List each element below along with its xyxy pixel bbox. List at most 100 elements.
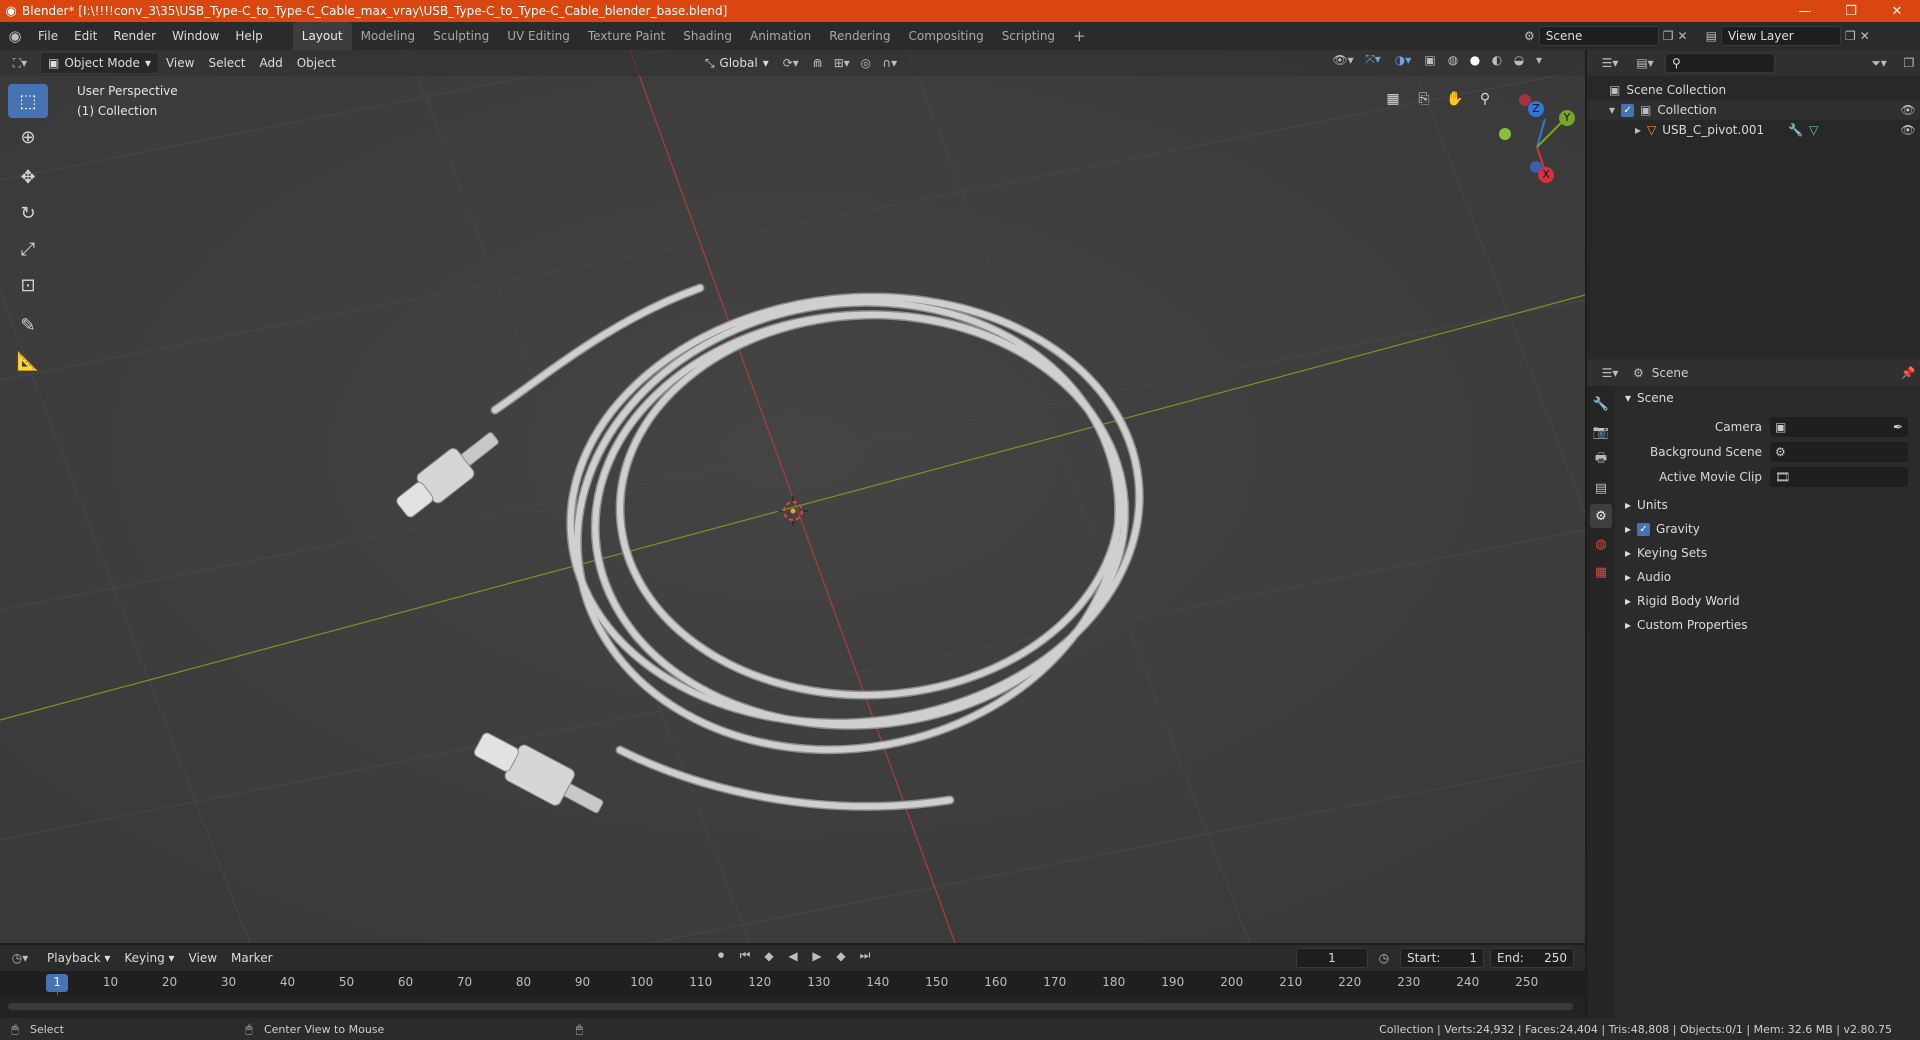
view-layer-icon[interactable]: ▤: [1706, 29, 1717, 43]
keying-menu[interactable]: Keying ▾: [117, 947, 181, 969]
output-tab-icon[interactable]: 🖶: [1590, 448, 1612, 472]
outliner-row-collection[interactable]: ▾ ✓ ▣ Collection 👁: [1587, 100, 1920, 120]
zoom-icon[interactable]: ⚲: [1472, 86, 1498, 112]
measure-tool-icon[interactable]: 📐: [8, 344, 48, 378]
gravity-checkbox[interactable]: ✓: [1637, 522, 1651, 536]
shading-options-icon[interactable]: ▾: [1532, 53, 1546, 67]
view-layer-selector[interactable]: View Layer: [1720, 26, 1841, 46]
eyedropper-icon[interactable]: ✒: [1893, 420, 1903, 434]
background-scene-field[interactable]: ⚙: [1770, 441, 1908, 462]
view-layer-tab-icon[interactable]: ▤: [1590, 476, 1612, 500]
rotate-tool-icon[interactable]: ↻: [8, 196, 48, 230]
jump-start-icon[interactable]: ⏮: [734, 948, 756, 963]
visibility-icon[interactable]: 👁▾: [1330, 53, 1356, 67]
expand-arrow-icon[interactable]: ▸: [1635, 123, 1641, 137]
timeline-track[interactable]: [0, 995, 1585, 1018]
keying-sets-panel-header[interactable]: ▸ Keying Sets: [1617, 541, 1920, 565]
menu-view[interactable]: View: [159, 52, 201, 74]
outliner-search-input[interactable]: ⚲: [1665, 53, 1775, 73]
add-workspace-button[interactable]: +: [1064, 22, 1095, 50]
rendered-shading-icon[interactable]: ◒: [1510, 53, 1528, 67]
material-shading-icon[interactable]: ◐: [1488, 53, 1506, 67]
close-button[interactable]: ✕: [1874, 0, 1920, 22]
eye-icon[interactable]: 👁: [1896, 103, 1920, 117]
filter-icon[interactable]: ⏷▾: [1866, 56, 1892, 71]
record-icon[interactable]: ⏺: [710, 948, 732, 963]
play-reverse-icon[interactable]: ◀: [782, 949, 804, 963]
outliner-row-usb-pivot[interactable]: ▸ ▽ USB_C_pivot.001 🔧 ▽ 👁: [1587, 120, 1920, 140]
move-tool-icon[interactable]: ✥: [8, 160, 48, 194]
xray-toggle-icon[interactable]: ▣: [1420, 53, 1440, 67]
annotate-tool-icon[interactable]: ✎: [8, 308, 48, 342]
next-keyframe-icon[interactable]: ◆: [830, 949, 852, 963]
units-panel-header[interactable]: ▸ Units: [1617, 493, 1920, 517]
menu-add[interactable]: Add: [252, 52, 289, 74]
end-frame-field[interactable]: End: 250: [1490, 948, 1574, 968]
new-collection-icon[interactable]: ❐: [1898, 56, 1920, 70]
timeline-editor-type-icon[interactable]: ◷▾: [0, 951, 40, 965]
mesh-data-icon[interactable]: ▽: [1809, 123, 1818, 137]
snap-target-icon[interactable]: ⊞▾: [830, 56, 854, 70]
scene-tab-icon[interactable]: ⚙: [1590, 504, 1612, 528]
timeline-view-menu[interactable]: View: [182, 947, 224, 969]
collection-include-checkbox[interactable]: ✓: [1621, 103, 1635, 117]
editor-type-icon[interactable]: ⛶▾: [0, 56, 40, 71]
gizmo-z-axis[interactable]: Z: [1528, 101, 1544, 117]
maximize-button[interactable]: ❐: [1828, 0, 1874, 22]
timeline-scrollbar[interactable]: [8, 1003, 1573, 1010]
tool-tab-icon[interactable]: 🔧: [1590, 392, 1612, 416]
display-mode-icon[interactable]: ▤▾: [1631, 56, 1659, 70]
start-frame-field[interactable]: Start: 1: [1400, 948, 1484, 968]
expand-arrow-icon[interactable]: ▾: [1609, 103, 1615, 117]
minimize-button[interactable]: —: [1782, 0, 1828, 22]
play-icon[interactable]: ▶: [806, 949, 828, 963]
select-box-tool-icon[interactable]: ⬚: [8, 84, 48, 118]
menu-edit[interactable]: Edit: [66, 22, 105, 50]
scene-icon[interactable]: ⚙: [1524, 29, 1535, 43]
tab-texture-paint[interactable]: Texture Paint: [579, 22, 674, 50]
clock-icon[interactable]: ◷: [1374, 951, 1394, 965]
pivot-point-icon[interactable]: ⟳▾: [776, 56, 806, 70]
frame-ruler[interactable]: 1 10 20 30 40 50 60 70 80 90 100 110 120 130 140 150 160…: [0, 971, 1585, 1020]
modifier-icon[interactable]: 🔧: [1788, 123, 1803, 137]
tab-uv-editing[interactable]: UV Editing: [498, 22, 579, 50]
overlay-toggle-icon[interactable]: ◑▾: [1390, 53, 1416, 67]
blender-menu-icon[interactable]: ◉: [0, 27, 30, 45]
delete-view-layer-icon[interactable]: ✕: [1860, 29, 1870, 43]
cursor-tool-icon[interactable]: ⊕: [8, 120, 48, 154]
tab-shading[interactable]: Shading: [674, 22, 741, 50]
new-scene-icon[interactable]: ❐: [1663, 29, 1674, 43]
properties-editor-type-icon[interactable]: ☰▾: [1595, 366, 1625, 380]
proportional-edit-icon[interactable]: ◎: [854, 56, 878, 70]
playback-menu[interactable]: Playback ▾: [40, 947, 117, 969]
menu-window[interactable]: Window: [164, 22, 227, 50]
menu-file[interactable]: File: [30, 22, 66, 50]
render-tab-icon[interactable]: 📷: [1590, 420, 1612, 444]
wireframe-shading-icon[interactable]: ◍: [1444, 53, 1462, 67]
jump-end-icon[interactable]: ⏭: [854, 948, 876, 963]
tab-sculpting[interactable]: Sculpting: [424, 22, 498, 50]
snap-icon[interactable]: ⋒: [806, 56, 830, 70]
tab-modeling[interactable]: Modeling: [352, 22, 425, 50]
tab-animation[interactable]: Animation: [741, 22, 820, 50]
tab-scripting[interactable]: Scripting: [993, 22, 1064, 50]
gravity-panel-header[interactable]: ▸ ✓ Gravity: [1617, 517, 1920, 541]
tab-rendering[interactable]: Rendering: [820, 22, 899, 50]
tab-layout[interactable]: Layout: [292, 22, 352, 50]
rigid-body-world-panel-header[interactable]: ▸ Rigid Body World: [1617, 589, 1920, 613]
toggle-camera-view-icon[interactable]: ▦: [1380, 86, 1406, 112]
outliner-editor-type-icon[interactable]: ☰▾: [1595, 56, 1625, 70]
3d-viewport[interactable]: Z Y X User Perspective (1) Collection ▦ …: [0, 50, 1585, 943]
gizmo-toggle-icon[interactable]: ⤧▾: [1360, 52, 1386, 67]
transform-orientation-dropdown[interactable]: ⤡ Global ▾: [698, 52, 776, 74]
scene-selector[interactable]: Scene: [1538, 26, 1659, 46]
camera-field[interactable]: ▣ ✒: [1770, 416, 1908, 437]
camera-icon[interactable]: ⎘: [1411, 86, 1437, 112]
outliner-row-scene-collection[interactable]: ▣ Scene Collection: [1587, 80, 1920, 100]
pan-hand-icon[interactable]: ✋: [1442, 86, 1468, 112]
world-tab-icon[interactable]: ◍: [1590, 532, 1612, 556]
gizmo-x-axis[interactable]: X: [1538, 167, 1554, 183]
pin-icon[interactable]: 📌: [1896, 366, 1920, 380]
tab-compositing[interactable]: Compositing: [899, 22, 992, 50]
menu-help[interactable]: Help: [227, 22, 270, 50]
